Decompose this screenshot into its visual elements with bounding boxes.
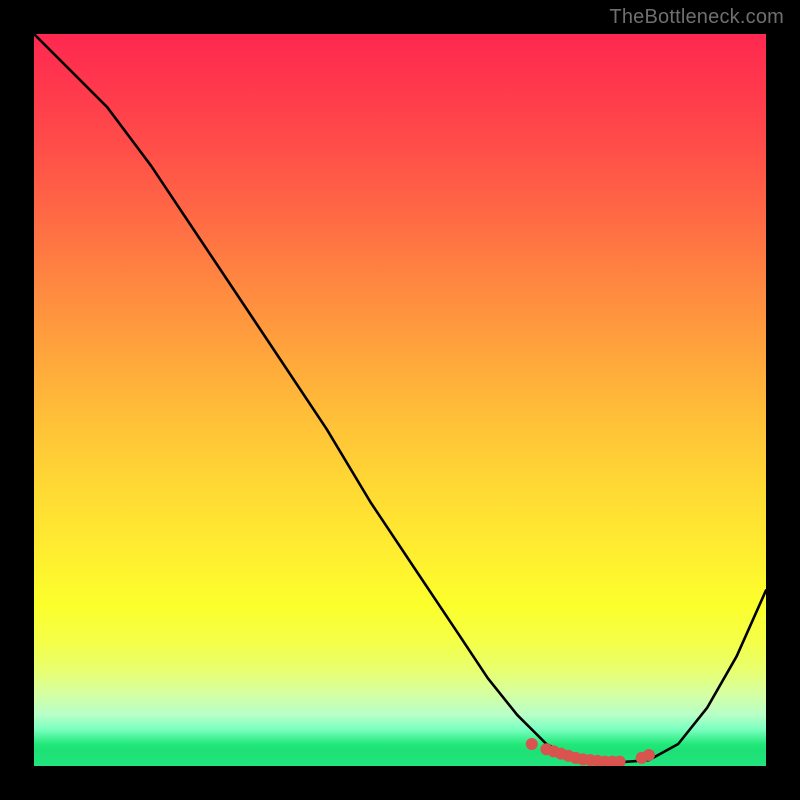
chart-svg [34, 34, 766, 766]
plot-area [34, 34, 766, 766]
optimal-marker [526, 738, 538, 750]
chart-frame: TheBottleneck.com [0, 0, 800, 800]
optimal-marker [643, 749, 655, 761]
bottleneck-curve [34, 34, 766, 762]
watermark-label: TheBottleneck.com [609, 6, 784, 29]
